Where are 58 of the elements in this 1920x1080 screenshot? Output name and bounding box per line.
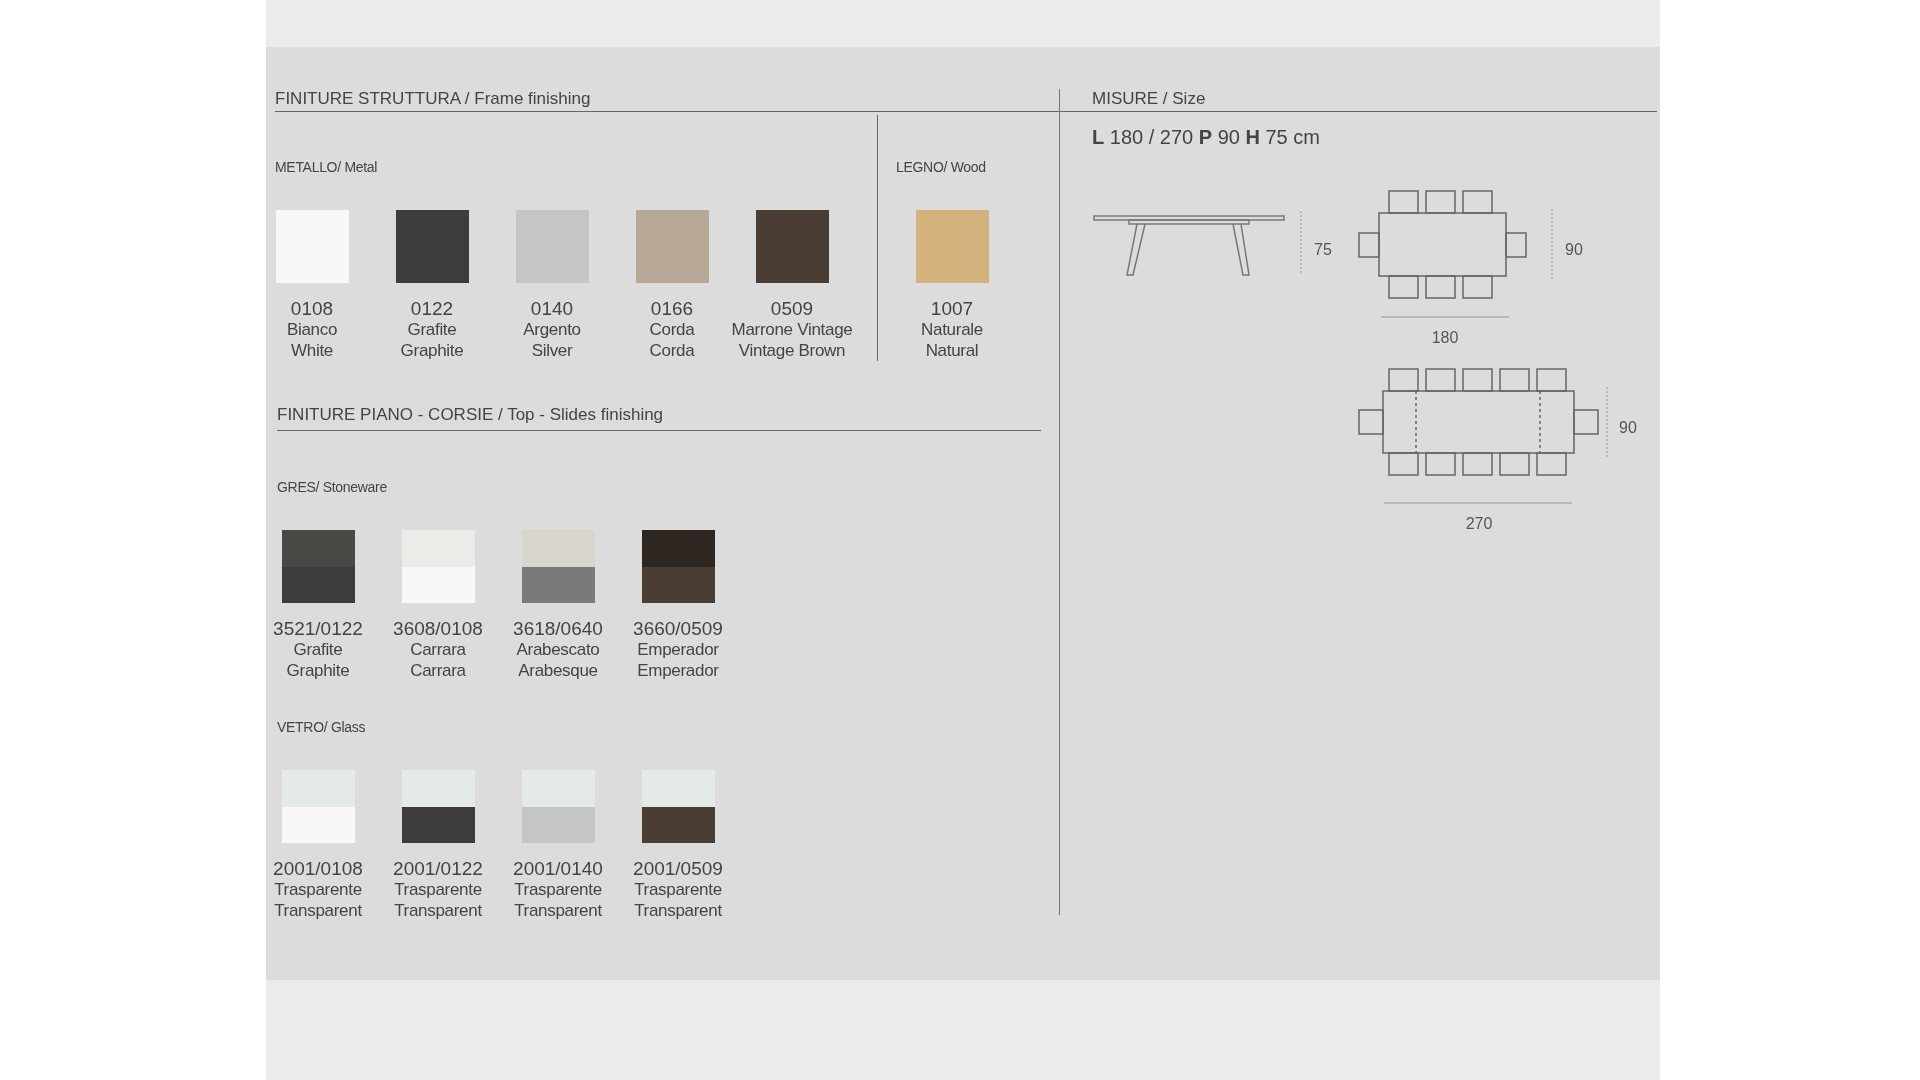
dimension-label: 90 xyxy=(1619,419,1637,436)
finish-name: Emperador xyxy=(637,639,719,660)
dimension-line xyxy=(1606,386,1608,458)
finish-name: Graphite xyxy=(400,340,464,361)
finish-code: 2001/0122 xyxy=(393,858,483,879)
section-title: MISURE / Size xyxy=(1091,88,1207,110)
finish-name: Transparent xyxy=(634,900,722,921)
dimension-line xyxy=(1551,208,1553,280)
section-title: FINITURE STRUTTURA / Frame finishing xyxy=(275,88,592,110)
finish-code: 2001/0108 xyxy=(273,858,363,879)
finish-name: Naturale xyxy=(921,319,983,340)
finish-name: Grafite xyxy=(293,639,343,660)
finish-name: Trasparente xyxy=(394,879,482,900)
finish-name: Grafite xyxy=(407,319,457,340)
finish-code: 3608/0108 xyxy=(393,618,483,639)
finish-name: Arabesque xyxy=(518,660,598,681)
finish-name: Bianco xyxy=(286,319,338,340)
finish-name: Transparent xyxy=(514,900,602,921)
finish-code: 0122 xyxy=(410,298,454,319)
finish-name: White xyxy=(291,340,333,361)
finish-name: Corda xyxy=(649,340,695,361)
dimension-label: 90 xyxy=(1565,241,1583,258)
dimension-label: 75 xyxy=(1314,241,1332,258)
finish-name: Corda xyxy=(649,319,695,340)
finish-name: Transparent xyxy=(394,900,482,921)
dimension-line xyxy=(1300,210,1302,276)
finish-name: Emperador xyxy=(637,660,719,681)
group-label: LEGNO/ Wood xyxy=(896,159,987,177)
finish-name: Argento xyxy=(523,319,581,340)
finish-name: Transparent xyxy=(274,900,362,921)
finish-name: Trasparente xyxy=(634,879,722,900)
finish-code: 3660/0509 xyxy=(633,618,723,639)
group-label: GRES/ Stoneware xyxy=(277,479,388,497)
dimensions-text: L 180 / 270 P 90 H 75 cm xyxy=(1091,126,1321,149)
finish-name: Carrara xyxy=(410,660,466,681)
group-label: METALLO/ Metal xyxy=(275,159,379,177)
finish-name: Trasparente xyxy=(514,879,602,900)
section-title: FINITURE PIANO - CORSIE / Top - Slides finishing xyxy=(276,405,665,426)
finish-name: Silver xyxy=(531,340,573,361)
finish-name: Carrara xyxy=(410,639,466,660)
finish-name: Vintage Brown xyxy=(738,340,846,361)
dimension-label: 180 xyxy=(1431,329,1459,346)
finish-code: 0509 xyxy=(770,298,814,319)
finish-code: 0108 xyxy=(290,298,334,319)
dimension-label: 270 xyxy=(1465,515,1493,532)
finish-name: Marrone Vintage xyxy=(731,319,853,340)
finish-code: 3521/0122 xyxy=(273,618,363,639)
finish-code: 0140 xyxy=(530,298,574,319)
finish-code: 1007 xyxy=(930,298,974,319)
finish-code: 0166 xyxy=(650,298,694,319)
finish-code: 2001/0509 xyxy=(633,858,723,879)
finish-name: Graphite xyxy=(286,660,350,681)
finish-code: 3618/0640 xyxy=(513,618,603,639)
finish-name: Natural xyxy=(925,340,979,361)
group-label: VETRO/ Glass xyxy=(277,719,367,737)
finish-name: Arabescato xyxy=(516,639,600,660)
finish-name: Trasparente xyxy=(274,879,362,900)
finish-code: 2001/0140 xyxy=(513,858,603,879)
